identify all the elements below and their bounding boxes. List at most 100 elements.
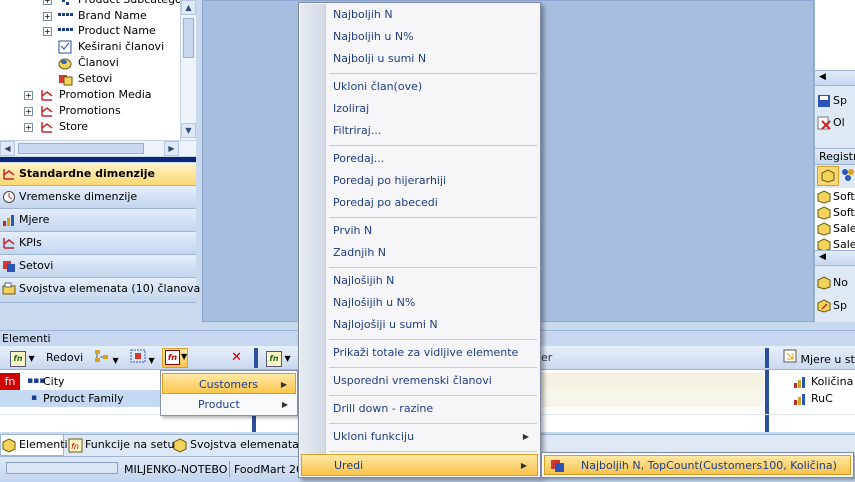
registry-item[interactable]: Soft xyxy=(817,189,855,204)
right-panel-item[interactable]: No xyxy=(817,274,848,292)
function-red-icon: fn xyxy=(165,350,180,365)
menu-separator xyxy=(329,339,537,340)
nav-kpis[interactable]: KPIs xyxy=(0,232,196,255)
nav-element-properties[interactable]: Svojstva elemenata (10) članova xyxy=(0,278,200,303)
registry-tool-button-2[interactable] xyxy=(841,168,855,185)
tree-horizontal-scrollbar[interactable]: ◀ ▶ xyxy=(0,140,196,156)
rows-button[interactable]: Redovi xyxy=(46,349,83,367)
collapse-icon[interactable]: ◀ xyxy=(819,72,826,82)
element-properties-icon xyxy=(173,438,188,453)
scroll-left-icon[interactable]: ◀ xyxy=(0,141,15,156)
tree-item[interactable]: Setovi xyxy=(0,71,180,87)
menu-item-sort[interactable]: Poredaj... xyxy=(327,148,539,170)
tree-item[interactable]: Članovi xyxy=(0,55,180,71)
column-function-button[interactable]: fn ▼ xyxy=(266,349,291,367)
nav-time-dimensions[interactable]: Vremenske dimenzije xyxy=(0,186,196,209)
menu-item-drill-down[interactable]: Drill down - razine xyxy=(327,398,539,420)
table-row[interactable]: fn ▪▪▪ City xyxy=(0,373,162,390)
registry-tool-button[interactable] xyxy=(817,166,839,186)
menu-item-sort-alphabet[interactable]: Poredaj po abecedi xyxy=(327,192,539,214)
menu-separator xyxy=(329,267,537,268)
scroll-thumb[interactable] xyxy=(183,18,194,58)
expand-icon[interactable]: + xyxy=(43,27,52,36)
chevron-down-icon: ▼ xyxy=(282,354,291,363)
tree-item[interactable]: + Product Name xyxy=(0,23,180,39)
menu-item-show-totals[interactable]: Prikaži totale za vidljive elemente xyxy=(327,342,539,364)
menu-item-top-n[interactable]: Najboljih N xyxy=(327,4,539,26)
registry-item[interactable]: Sale xyxy=(817,221,855,236)
right-panel-item[interactable]: Sp xyxy=(817,297,847,315)
menu-item-sort-hierarchy[interactable]: Poredaj po hijerarhiji xyxy=(327,170,539,192)
tab-label: Funkcije na setu xyxy=(85,438,175,451)
menu-item-first-n[interactable]: Prvih N xyxy=(327,220,539,242)
hierarchy-dropdown-button[interactable]: ▼ xyxy=(94,349,119,367)
status-machine-text: MILJENKO-NOTEBO xyxy=(124,463,228,476)
right-panel-item-label: Ol xyxy=(833,116,845,129)
tree-item[interactable]: + Store xyxy=(0,119,180,135)
registry-item[interactable]: Soft xyxy=(817,205,855,220)
registry-list[interactable]: Soft Soft Sale Sale xyxy=(815,188,855,252)
nav-measures[interactable]: Mjere xyxy=(0,209,196,232)
function-menu-button[interactable]: fn ▼ xyxy=(162,348,188,368)
scroll-up-icon[interactable]: ▲ xyxy=(181,0,196,15)
tab-set-functions[interactable]: fn Funkcije na setu xyxy=(67,435,175,456)
delete-icon[interactable]: ✕ xyxy=(231,349,242,367)
right-panel-item[interactable]: Ol xyxy=(817,114,845,132)
submenu-item-product[interactable]: Product ▶ xyxy=(162,394,296,415)
function-dropdown-button[interactable]: fn ▼ xyxy=(10,349,35,367)
edit-submenu-item-top-n[interactable]: Najboljih N, TopCount(Customers100, Koli… xyxy=(544,455,851,475)
menu-item-isolate[interactable]: Izoliraj xyxy=(327,98,539,120)
right-panel-header-2[interactable]: ◀ xyxy=(815,250,855,266)
menu-item-bottom-n-percent[interactable]: Najlošijih u N% xyxy=(327,292,539,314)
tree-item[interactable]: + Promotions xyxy=(0,103,180,119)
tab-element-properties[interactable]: Svojstva elemenata xyxy=(172,435,299,456)
expand-icon[interactable]: + xyxy=(43,12,52,21)
menu-item-top-n-sum[interactable]: Najbolji u sumi N xyxy=(327,48,539,70)
submenu-item-customers[interactable]: Customers ▶ xyxy=(162,373,296,394)
dimension-icon xyxy=(40,88,54,102)
nav-splitter[interactable] xyxy=(0,157,196,162)
scroll-thumb[interactable] xyxy=(18,143,144,154)
expand-icon[interactable]: + xyxy=(24,107,33,116)
scroll-down-icon[interactable]: ▼ xyxy=(181,123,196,138)
menu-item-edit[interactable]: Uredi ▶ xyxy=(301,454,538,476)
menu-item-remove-function[interactable]: Ukloni funkciju ▶ xyxy=(327,426,539,448)
menu-item-parallel-periods[interactable]: Usporedni vremenski članovi xyxy=(327,370,539,392)
table-row[interactable]: ▪ Product Family xyxy=(0,390,162,407)
nav-standard-dimensions[interactable]: Standardne dimenzije xyxy=(0,163,196,186)
expand-icon[interactable]: + xyxy=(24,91,33,100)
status-database: FoodMart 20 xyxy=(234,462,303,478)
nav-sets[interactable]: Setovi xyxy=(0,255,196,278)
menu-item-label: Usporedni vremenski članovi xyxy=(333,374,492,387)
menu-item-top-n-percent[interactable]: Najboljih u N% xyxy=(327,26,539,48)
tree-vertical-scrollbar[interactable]: ▲ ▼ xyxy=(180,0,196,140)
edit-submenu: Najboljih N, TopCount(Customers100, Koli… xyxy=(541,452,854,478)
measure-item[interactable]: Količina xyxy=(793,373,853,390)
right-panel-item-label: No xyxy=(833,276,848,289)
menu-item-bottom-n-sum[interactable]: Najlojošiji u sumi N xyxy=(327,314,539,336)
measures-in-columns-button[interactable]: Mjere u stu xyxy=(783,349,855,367)
tree-item[interactable]: + Promotion Media xyxy=(0,87,180,103)
collapse-icon[interactable]: ◀ xyxy=(819,252,826,262)
right-panel-header[interactable]: ◀ xyxy=(815,70,855,86)
menu-item-bottom-n[interactable]: Najlošijih N xyxy=(327,270,539,292)
status-divider xyxy=(229,461,230,477)
menu-item-filter[interactable]: Filtriraj... xyxy=(327,120,539,142)
tab-elements[interactable]: Elementi xyxy=(0,435,68,456)
tree-item[interactable]: + Product Subcategory xyxy=(0,0,193,8)
tree-item[interactable]: + Brand Name xyxy=(0,8,180,24)
menu-item-remove-members[interactable]: Ukloni član(ove) xyxy=(327,76,539,98)
registry-header: Registr xyxy=(815,148,855,165)
tree-item[interactable]: Keširani članovi xyxy=(0,39,180,55)
right-panel-item[interactable]: Sp xyxy=(817,92,847,110)
scroll-right-icon[interactable]: ▶ xyxy=(164,141,179,156)
measure-item[interactable]: RuC xyxy=(793,390,833,407)
calculated-measure-icon xyxy=(793,392,807,411)
expand-icon[interactable]: + xyxy=(24,123,33,132)
dimension-tree[interactable]: + Product Subcategory + Brand Name + Pro… xyxy=(0,0,196,140)
level-icon xyxy=(57,9,73,23)
menu-separator xyxy=(329,217,537,218)
swap-button[interactable]: ▼ xyxy=(130,349,155,367)
menu-item-last-n[interactable]: Zadnjih N xyxy=(327,242,539,264)
expand-icon[interactable]: + xyxy=(43,0,52,5)
